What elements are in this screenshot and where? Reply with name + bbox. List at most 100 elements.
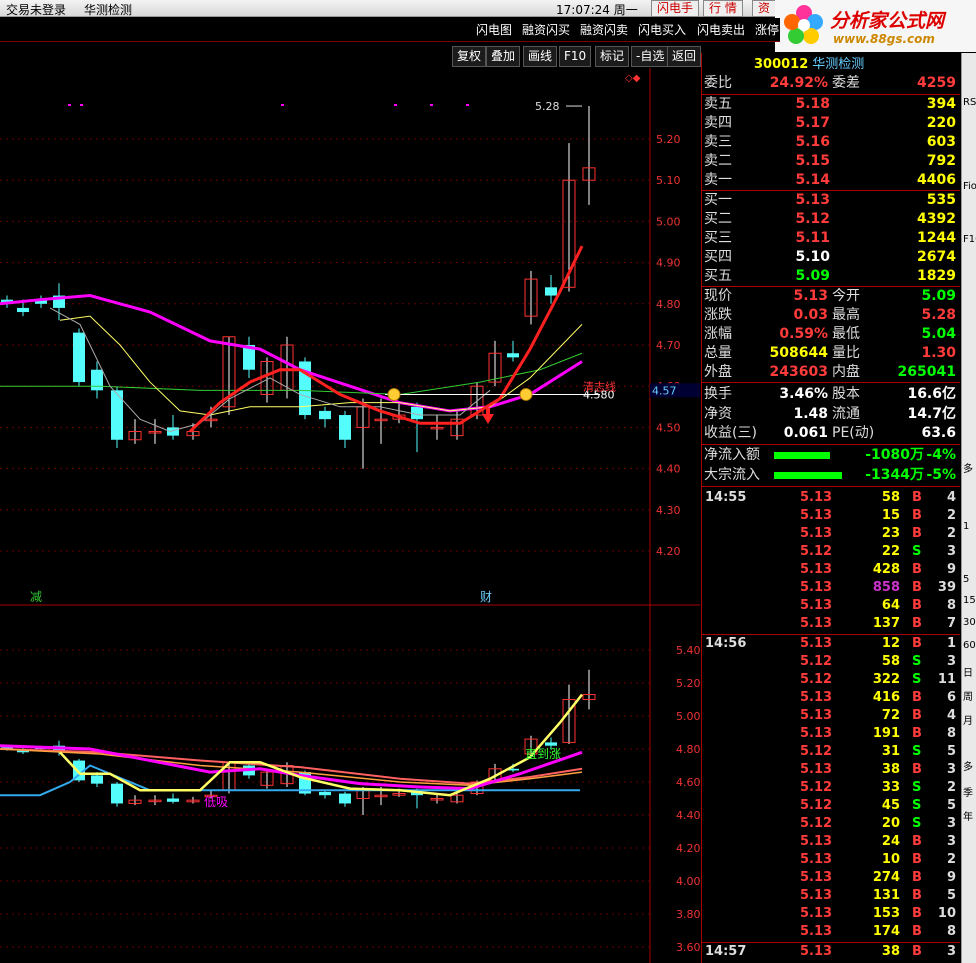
draw-line-button[interactable]: 画线: [523, 46, 558, 67]
tick-volume: 58: [881, 654, 900, 669]
tick-volume: 20: [881, 816, 900, 831]
stat-row: 外盘 243603 内盘 265041: [702, 363, 960, 382]
tick-row[interactable]: 5.12 45 S 5: [702, 797, 960, 815]
period-option[interactable]: 15: [963, 595, 976, 606]
tick-row[interactable]: 5.13 131 B 5: [702, 887, 960, 905]
tick-side: B: [912, 726, 922, 741]
tick-count: 39: [937, 580, 956, 595]
tick-row[interactable]: 5.13 24 B 3: [702, 833, 960, 851]
stat-label: 最低: [832, 326, 860, 342]
period-option[interactable]: F10: [963, 234, 976, 245]
kline-chart[interactable]: 5.20 5.10 5.00 4.90 4.80 4.70 4.60 4.50 4.40 4.30…: [0, 68, 700, 963]
tick-row[interactable]: 5.13 153 B 10: [702, 905, 960, 923]
tick-volume: 38: [881, 944, 900, 959]
stock-name: 华测检测: [812, 57, 865, 72]
tick-row[interactable]: 5.13 428 B 9: [702, 561, 960, 579]
toolbar-limit-up[interactable]: 涨停: [755, 21, 779, 38]
order-book-label: 卖一: [704, 172, 732, 188]
tick-row[interactable]: 14:55 5.13 58 B 4: [702, 489, 960, 507]
tick-side: B: [912, 924, 922, 939]
tick-count: 10: [937, 906, 956, 921]
period-option[interactable]: 日: [963, 664, 973, 679]
tick-count: 5: [946, 744, 956, 759]
quote-button[interactable]: 行 情: [703, 0, 743, 17]
signal-dot: [281, 104, 284, 106]
tick-volume: 428: [872, 562, 900, 577]
tick-side: B: [912, 944, 922, 959]
toolbar-margin-sell[interactable]: 融资闪卖: [580, 21, 628, 38]
tick-row[interactable]: 5.13 416 B 6: [702, 689, 960, 707]
candle-body-down: [319, 410, 331, 420]
period-option[interactable]: 周: [963, 688, 973, 703]
tick-count: 4: [946, 708, 956, 723]
period-option[interactable]: 多: [963, 758, 973, 773]
candle-body-down: [507, 353, 519, 358]
order-book-row: 卖五 5.18 394: [702, 95, 960, 114]
tick-side: S: [912, 798, 922, 813]
period-option[interactable]: 月: [963, 712, 973, 727]
main-axis-label: 5.20: [656, 133, 681, 146]
overlay-button[interactable]: 叠加: [486, 46, 521, 67]
tick-row[interactable]: 5.13 274 B 9: [702, 869, 960, 887]
tick-row[interactable]: 5.13 174 B 8: [702, 923, 960, 941]
kline-svg[interactable]: 5.20 5.10 5.00 4.90 4.80 4.70 4.60 4.50 4.40 4.30…: [0, 68, 700, 963]
tick-side: B: [912, 888, 922, 903]
tick-row[interactable]: 14:57 5.13 38 B 3: [702, 943, 960, 961]
period-option[interactable]: 年: [963, 808, 973, 823]
tick-row[interactable]: 5.12 22 S 3: [702, 543, 960, 561]
tick-row[interactable]: 5.12 31 S 5: [702, 743, 960, 761]
order-book-row: 买二 5.12 4392: [702, 210, 960, 229]
tick-row[interactable]: 5.13 38 B 3: [702, 761, 960, 779]
tick-price: 5.13: [800, 870, 833, 885]
order-book-label: 买一: [704, 192, 732, 208]
toolbar-margin-buy[interactable]: 融资闪买: [522, 21, 570, 38]
remove-watchlist-button[interactable]: -自选: [631, 46, 670, 67]
restore-rights-button[interactable]: 复权: [452, 46, 487, 67]
tick-volume: 12: [881, 636, 900, 651]
period-option[interactable]: Fio: [963, 181, 976, 192]
finance-marker: 财: [480, 590, 492, 604]
tick-row[interactable]: 5.13 137 B 7: [702, 615, 960, 633]
order-book-row: 卖四 5.17 220: [702, 114, 960, 133]
toolbar-flash-chart[interactable]: 闪电图: [476, 21, 512, 38]
period-option[interactable]: RSI: [963, 97, 976, 108]
tick-row[interactable]: 5.12 33 S 2: [702, 779, 960, 797]
period-option[interactable]: 1: [963, 521, 969, 532]
tick-price: 5.13: [800, 944, 833, 959]
tick-volume: 38: [881, 762, 900, 777]
mark-button[interactable]: 标记: [595, 46, 630, 67]
period-option[interactable]: 多: [963, 460, 973, 475]
period-option[interactable]: 30: [963, 617, 976, 628]
tick-row[interactable]: 5.13 858 B 39: [702, 579, 960, 597]
stat-row: 净资 1.48 流通 14.7亿: [702, 405, 960, 424]
tick-volume: 33: [881, 780, 900, 795]
period-option[interactable]: 季: [963, 784, 973, 799]
tick-row[interactable]: 5.12 58 S 3: [702, 653, 960, 671]
tick-row[interactable]: 5.13 10 B 2: [702, 851, 960, 869]
tick-count: 2: [946, 780, 956, 795]
tick-count: 4: [946, 490, 956, 505]
f10-button[interactable]: F10: [559, 46, 592, 67]
toolbar-flash-buy[interactable]: 闪电买入: [638, 21, 686, 38]
toolbar-flash-sell[interactable]: 闪电卖出: [697, 21, 745, 38]
flash-trader-button[interactable]: 闪电手: [651, 0, 700, 17]
period-option[interactable]: 60: [963, 640, 976, 651]
tick-row[interactable]: 5.13 191 B 8: [702, 725, 960, 743]
tick-row[interactable]: 5.12 322 S 11: [702, 671, 960, 689]
order-book-row: 买四 5.10 2674: [702, 248, 960, 267]
tick-row[interactable]: 5.13 72 B 4: [702, 707, 960, 725]
tick-side: S: [912, 544, 922, 559]
tick-row[interactable]: 5.13 15 B 2: [702, 507, 960, 525]
period-option[interactable]: 5: [963, 574, 969, 585]
stat-row: 现价 5.13 今开 5.09: [702, 287, 960, 306]
tick-count: 3: [946, 762, 956, 777]
asset-button[interactable]: 资: [752, 0, 777, 17]
tick-price: 5.13: [800, 636, 833, 651]
tick-row[interactable]: 5.12 20 S 3: [702, 815, 960, 833]
back-button[interactable]: 返回: [667, 46, 702, 67]
tick-row[interactable]: 14:56 5.13 12 B 1: [702, 635, 960, 653]
tick-row[interactable]: 5.13 64 B 8: [702, 597, 960, 615]
tick-side: S: [912, 816, 922, 831]
tick-row[interactable]: 5.13 23 B 2: [702, 525, 960, 543]
order-book-qty: 1244: [917, 230, 956, 246]
